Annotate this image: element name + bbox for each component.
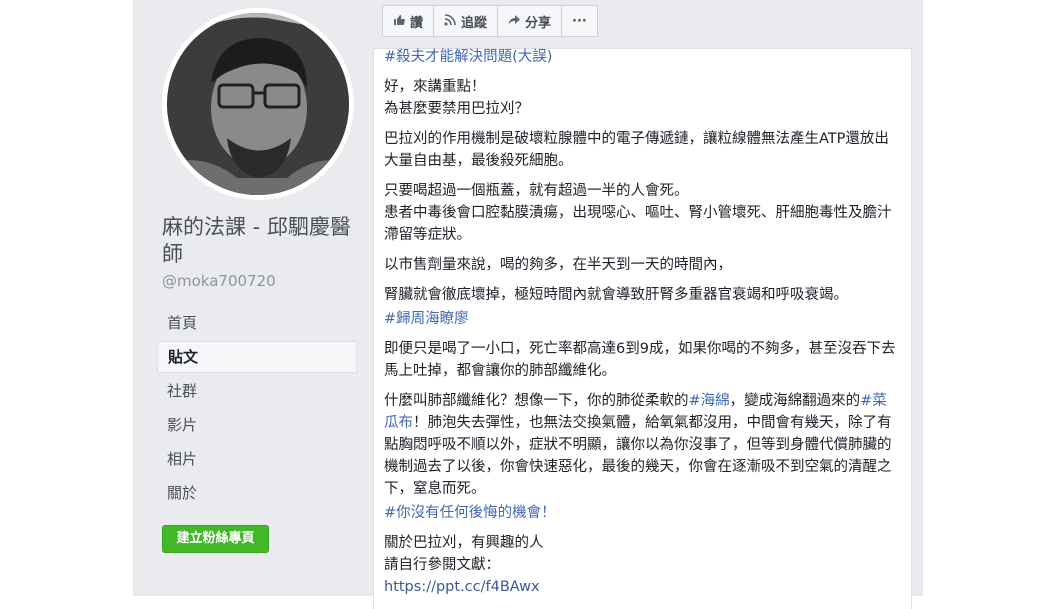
share-arrow-icon [508, 14, 521, 29]
nav-item-community[interactable]: 社群 [157, 375, 357, 407]
share-button[interactable]: 分享 [498, 6, 563, 36]
post-line: ，變成海綿翻過來的 [729, 393, 861, 409]
page-username[interactable]: @moka700720 [162, 272, 276, 290]
post-line: 請自行參閱文獻： [384, 557, 500, 573]
post-line: 腎臟就會徹底壞掉，極短時間內就會導致肝腎多重器官衰竭和呼吸衰竭。 [384, 287, 848, 303]
post-line: 為甚麼要禁用巴拉刈？ [384, 101, 529, 117]
more-options-button[interactable]: ··· [562, 6, 597, 36]
avatar-photo-icon [167, 13, 349, 195]
avatar[interactable] [167, 13, 349, 195]
post-line: 以市售劑量來說，喝的夠多，在半天到一天的時間內， [384, 257, 732, 273]
page-nav: 首頁 貼文 社群 影片 相片 關於 [157, 307, 357, 511]
rss-icon [444, 13, 456, 29]
post-line: 好，來講重點！ [384, 79, 486, 95]
like-label: 讚 [410, 15, 424, 31]
nav-item-videos[interactable]: 影片 [157, 409, 357, 441]
page-action-bar: 讚 追蹤 分享 ··· [382, 5, 598, 37]
nav-item-posts[interactable]: 貼文 [157, 341, 357, 373]
more-dots-icon: ··· [572, 13, 587, 29]
post-card: #殺夫才能解決問題(大誤) 好，來講重點！ 為甚麼要禁用巴拉刈？ 巴拉刈的作用機制… [373, 48, 912, 609]
post-line: 什麼叫肺部纖維化？想像一下，你的肺從柔軟的 [384, 393, 689, 409]
hashtag-link[interactable]: #海綿 [689, 393, 730, 409]
follow-label: 追蹤 [461, 15, 488, 31]
page-title[interactable]: 麻的法課 - 邱駟慶醫師 [162, 214, 362, 268]
post-line: 關於巴拉刈，有興趣的人 [384, 535, 544, 551]
nav-item-photos[interactable]: 相片 [157, 443, 357, 475]
hashtag-link[interactable]: #殺夫才能解決問題(大誤) [384, 49, 552, 65]
like-button[interactable]: 讚 [383, 6, 435, 36]
share-label: 分享 [525, 15, 552, 31]
nav-item-home[interactable]: 首頁 [157, 307, 357, 339]
hashtag-link[interactable]: #歸周海瞭廖 [384, 311, 469, 327]
hashtag-link[interactable]: #你沒有任何後悔的機會！ [384, 505, 556, 521]
reference-link[interactable]: https://ppt.cc/f4BAwx [384, 579, 540, 595]
follow-button[interactable]: 追蹤 [434, 6, 499, 36]
create-page-button[interactable]: 建立粉絲專頁 [162, 525, 269, 553]
post-line: ！肺泡失去彈性，也無法交換氣體，給氧氣都沒用，中間會有幾天，除了有點胸悶呼吸不順… [384, 415, 892, 497]
thumbs-up-icon [393, 14, 405, 29]
post-body: #殺夫才能解決問題(大誤) 好，來講重點！ 為甚麼要禁用巴拉刈？ 巴拉刈的作用機制… [384, 49, 899, 606]
post-line: 患者中毒後會口腔黏膜潰瘍，出現噁心、嘔吐、腎小管壞死、肝細胞毒性及膽汁滯留等症狀… [384, 205, 892, 243]
post-line: 只要喝超過一個瓶蓋，就有超過一半的人會死。 [384, 183, 689, 199]
post-line: 即便只是喝了一小口，死亡率都高達6到9成，如果你喝的不夠多，甚至沒吞下去馬上吐掉… [384, 341, 896, 379]
nav-item-about[interactable]: 關於 [157, 477, 357, 509]
post-line: 巴拉刈的作用機制是破壞粒腺體中的電子傳遞鏈，讓粒線體無法產生ATP還放出大量自由… [384, 131, 889, 169]
